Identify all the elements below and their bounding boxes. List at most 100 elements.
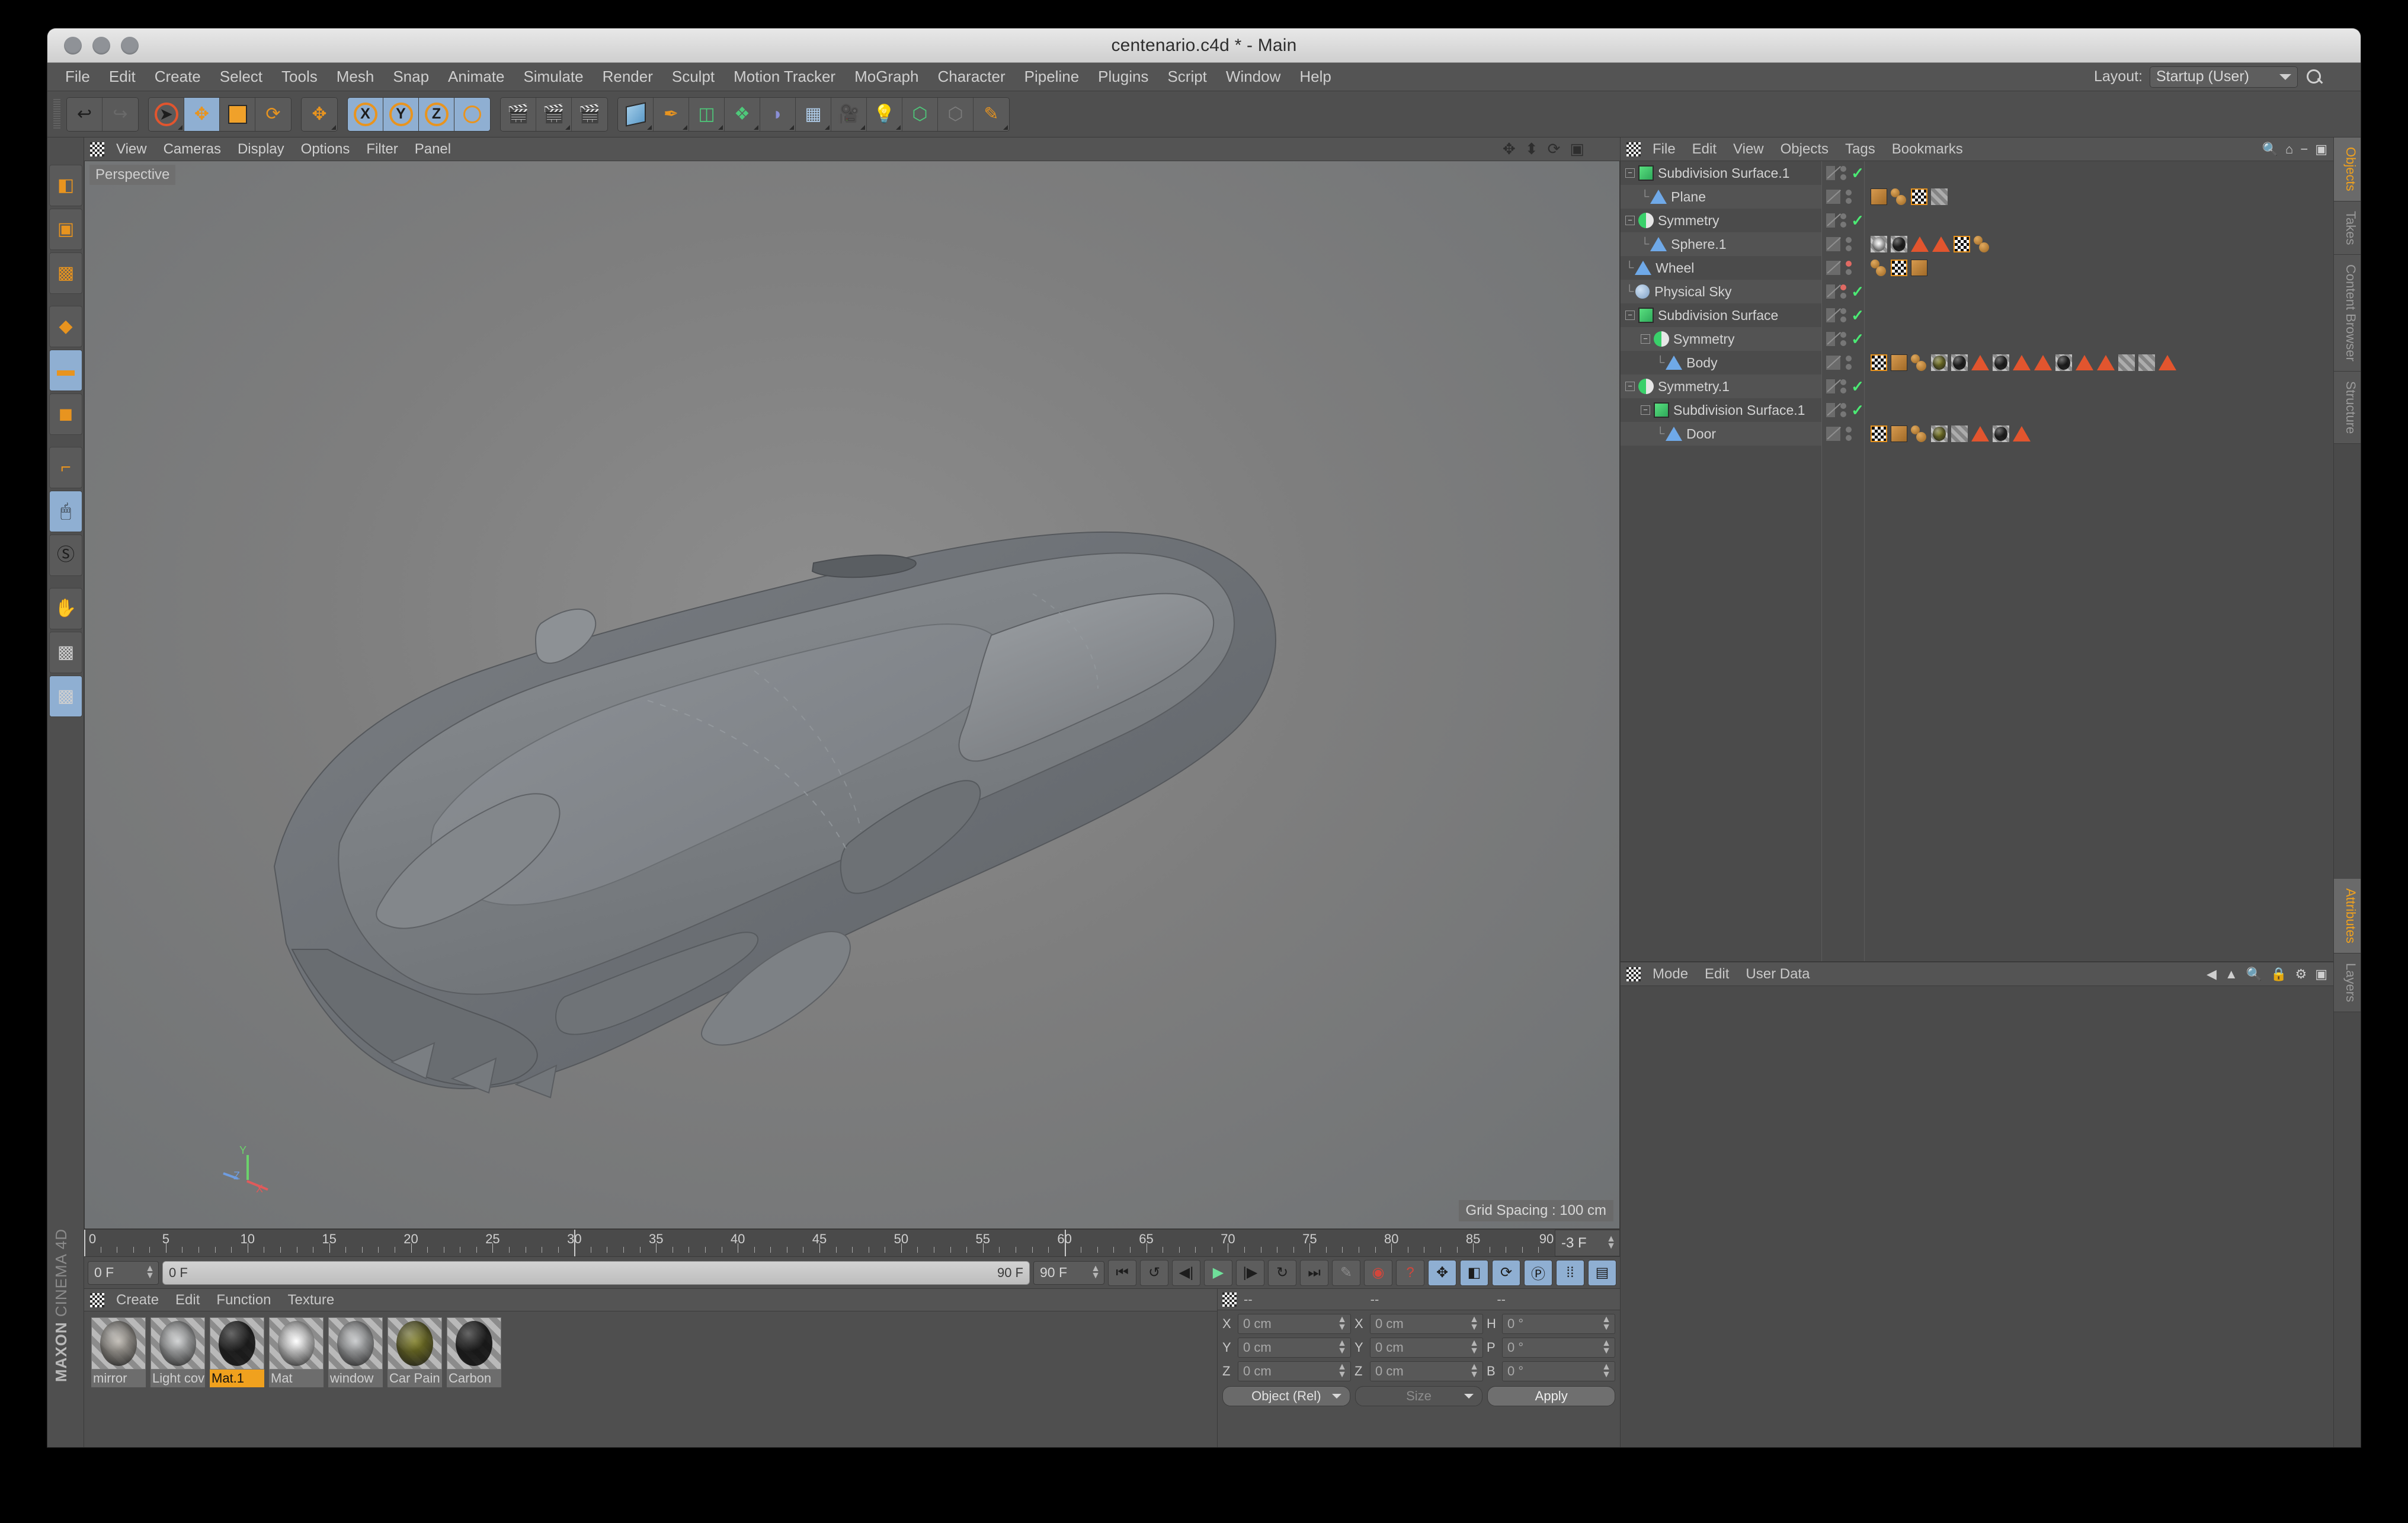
menu-character[interactable]: Character [928,68,1014,86]
generator-enabled-checkmark[interactable]: ✓ [1851,308,1864,323]
points-mode-button[interactable]: ◆ [49,306,82,347]
selection-tag-icon[interactable] [2097,355,2115,370]
stepper-icon[interactable]: ▲ ▼ [1337,1315,1347,1332]
add-array-button[interactable]: ❖ [725,97,760,131]
lock-y-axis-button[interactable]: Y [383,97,419,131]
edges-mode-button[interactable]: ▬ [49,350,82,391]
generator-enabled-checkmark[interactable]: ✓ [1851,165,1864,181]
editor-visibility-dot[interactable] [1846,190,1852,196]
stepper-icon[interactable]: ▲ ▼ [145,1263,155,1281]
selection-tag-icon[interactable] [1911,236,1929,252]
tab-content-browser[interactable]: Content Browser [2334,255,2361,372]
menu-motion-tracker[interactable]: Motion Tracker [724,68,845,86]
record-active-objects-button[interactable]: ◉ [1364,1259,1392,1286]
panel-grip-icon[interactable] [90,1292,104,1307]
menu-edit[interactable]: Edit [100,68,145,86]
add-cube-button[interactable] [618,97,654,131]
add-point-object-button[interactable]: ⬡ [902,97,938,131]
visibility-dots[interactable] [1840,166,1847,180]
texture-tag-icon[interactable] [1871,425,1887,442]
material-swatch[interactable]: Carbon [447,1317,501,1441]
selection-tag-icon[interactable] [2076,355,2093,370]
polygon-pen-button[interactable]: ⬡ [938,97,974,131]
move-tool-alt[interactable]: ✥ [302,97,337,131]
render-visibility-dot[interactable] [1846,269,1852,275]
panel-grip-icon[interactable] [1626,967,1641,981]
search-icon[interactable]: 🔍 [2246,967,2262,982]
object-name[interactable]: Symmetry [1673,331,1735,347]
layer-color-swatch[interactable] [1826,402,1836,418]
timeline-ruler[interactable]: 051015202530354045505560657075808590 [84,1230,1556,1256]
tab-takes[interactable]: Takes [2334,201,2361,255]
object-row[interactable]: − Symmetry.1 [1621,375,1821,398]
autokeying-icon-button[interactable]: ✎ [1332,1259,1360,1286]
material-tag-icon[interactable] [1951,425,1968,442]
viewport-solo-button[interactable]: ✋ [49,588,82,629]
generator-enabled-checkmark[interactable]: ✓ [1851,213,1864,228]
material-swatch[interactable]: mirror [91,1317,146,1441]
selection-tag-icon[interactable] [1971,355,1989,370]
layer-color-swatch[interactable] [1826,308,1836,323]
material-menu-edit[interactable]: Edit [167,1292,208,1308]
render-visibility-dot[interactable] [1840,316,1847,322]
key-parameter-button[interactable]: Ⓟ [1524,1259,1552,1286]
rotate-tool[interactable]: ⟳ [255,97,291,131]
max-frame-field[interactable]: 90 F ▲ ▼ [1033,1260,1104,1285]
phong-tag-icon[interactable] [1891,425,1907,442]
viewport-solo-single-button[interactable]: ▩ [49,632,82,673]
material-swatch[interactable]: window [328,1317,383,1441]
material-name[interactable]: Light cov [150,1370,205,1387]
add-nurbs-button[interactable]: ◫ [689,97,725,131]
rotate-view-icon[interactable]: ⟳ [1548,140,1561,158]
world-object-coords-button[interactable] [454,97,490,131]
workplane-lock-button[interactable]: Ⓢ [49,535,82,576]
expander-icon[interactable]: − [1625,311,1635,320]
expander-icon[interactable]: − [1625,216,1635,225]
material-menu-create[interactable]: Create [108,1292,167,1308]
timeline-toggle-button[interactable]: ▤ [1588,1259,1616,1286]
menu-snap[interactable]: Snap [383,68,438,86]
stepper-icon[interactable]: ▲ ▼ [1469,1339,1479,1356]
uvw-tag-icon[interactable] [1911,425,1927,442]
generator-enabled-checkmark[interactable]: ✓ [1851,331,1864,347]
editor-visibility-dot[interactable] [1846,356,1852,361]
material-tag-icon[interactable] [1993,425,2009,442]
previous-frame-button[interactable]: ◀| [1172,1259,1200,1286]
search-icon[interactable]: 🔍 [2262,142,2278,157]
autokeying-button[interactable]: ? [1396,1259,1424,1286]
coord-position-field[interactable]: 0 cm ▲ ▼ [1238,1314,1351,1334]
coord-position-field[interactable]: 0 cm ▲ ▼ [1238,1338,1351,1358]
key-position-button[interactable]: ✥ [1428,1259,1456,1286]
back-arrow-icon[interactable]: ◀ [2207,967,2217,982]
restore-icon[interactable]: ▣ [2315,142,2327,157]
editor-visibility-dot[interactable] [1846,237,1852,243]
visibility-dots[interactable] [1846,356,1852,370]
om-menu-bookmarks[interactable]: Bookmarks [1884,141,1971,158]
texture-tag-icon[interactable] [1911,188,1927,205]
visibility-dots[interactable] [1846,190,1852,204]
timeline-end-field[interactable]: -3 F ▲ ▼ [1555,1230,1620,1256]
om-menu-edit[interactable]: Edit [1684,141,1725,158]
material-tag-icon[interactable] [1951,354,1968,371]
editor-visibility-dot[interactable] [1840,332,1847,338]
visibility-dots[interactable] [1840,213,1847,228]
pan-icon[interactable]: ✥ [1503,140,1516,158]
go-to-end-button[interactable]: ⏭ [1300,1259,1328,1286]
stepper-icon[interactable]: ▲ ▼ [1606,1234,1616,1251]
render-visibility-dot[interactable] [1846,245,1852,251]
add-camera-button[interactable]: 🎥 [831,97,867,131]
material-tag-icon[interactable] [1931,188,1948,205]
layer-color-swatch[interactable] [1826,284,1836,299]
visibility-dots[interactable] [1840,332,1847,346]
object-manager-body[interactable]: − Subdivision Surface.1 └ Plane − Symmetry └ Sp… [1621,161,2333,961]
expander-icon[interactable]: − [1625,168,1635,178]
visibility-dots[interactable] [1840,403,1847,417]
viewport-menu-cameras[interactable]: Cameras [155,141,229,158]
redo-button[interactable]: ↪ [103,97,138,131]
object-row[interactable]: └ Wheel [1621,256,1821,280]
search-icon[interactable] [2305,68,2323,86]
object-row[interactable]: − Symmetry [1621,209,1821,232]
visibility-dots[interactable] [1840,379,1847,393]
editor-visibility-dot[interactable] [1840,379,1847,385]
material-name[interactable]: window [328,1370,383,1387]
